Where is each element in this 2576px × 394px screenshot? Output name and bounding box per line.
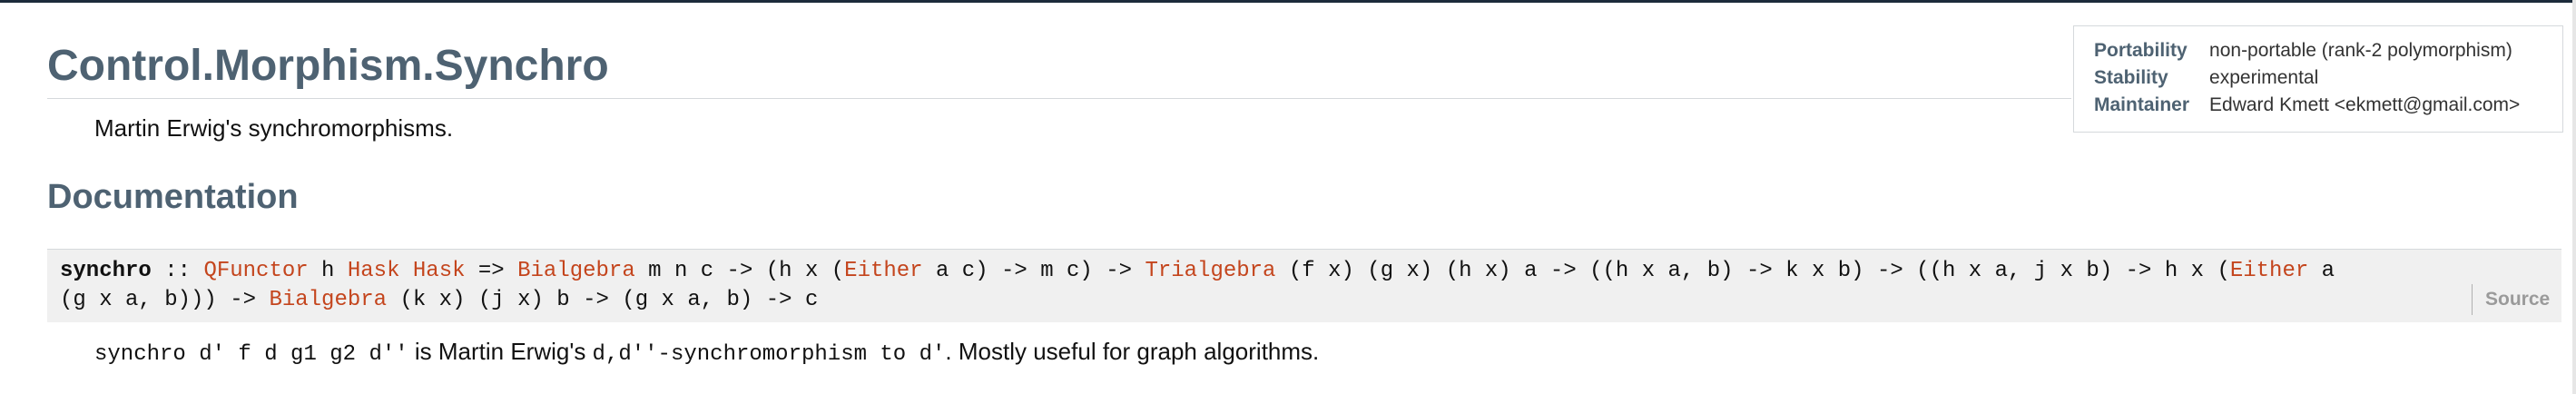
sig-text bbox=[399, 259, 412, 283]
info-value: experimental bbox=[2209, 67, 2319, 88]
doc-code: d,d''-synchromorphism to d' bbox=[592, 342, 946, 367]
doc-text: . Mostly useful for graph algorithms. bbox=[945, 338, 1320, 365]
sig-text: => bbox=[465, 259, 518, 283]
info-key: Maintainer bbox=[2094, 94, 2190, 115]
info-row-maintainer: Maintainer Edward Kmett <ekmett@gmail.co… bbox=[2094, 92, 2520, 119]
signature-line-2: (g x a, b))) -> Bialgebra (k x) (j x) b … bbox=[60, 286, 818, 315]
sig-text: (g x a, b))) -> bbox=[60, 288, 270, 312]
sig-text: a bbox=[2308, 259, 2335, 283]
sig-text: (k x) (j x) b -> (g x a, b) -> c bbox=[387, 288, 819, 312]
top-bar bbox=[0, 0, 2576, 3]
sig-text: m n c -> (h x ( bbox=[634, 259, 845, 283]
type-link-either[interactable]: Either bbox=[2230, 259, 2308, 283]
type-link-qfunctor[interactable]: QFunctor bbox=[203, 259, 308, 283]
info-row-portability: Portability non-portable (rank-2 polymor… bbox=[2094, 37, 2520, 64]
function-doc: synchro d' f d g1 g2 d'' is Martin Erwig… bbox=[94, 338, 1319, 367]
module-description: Martin Erwig's synchromorphisms. bbox=[94, 114, 454, 142]
doc-text: is Martin Erwig's bbox=[408, 338, 593, 365]
type-link-hask[interactable]: Hask bbox=[413, 259, 466, 283]
type-link-hask[interactable]: Hask bbox=[348, 259, 400, 283]
sig-text: h bbox=[308, 259, 348, 283]
info-key: Stability bbox=[2094, 67, 2168, 88]
info-value: non-portable (rank-2 polymorphism) bbox=[2209, 40, 2512, 61]
type-link-bialgebra[interactable]: Bialgebra bbox=[517, 259, 635, 283]
info-row-stability: Stability experimental bbox=[2094, 64, 2520, 92]
info-value: Edward Kmett <ekmett@gmail.com> bbox=[2209, 94, 2521, 115]
sig-text: a c) -> m c) -> bbox=[922, 259, 1145, 283]
window-edge bbox=[2572, 0, 2576, 394]
module-header: Control.Morphism.Synchro bbox=[47, 34, 2071, 99]
documentation-heading: Documentation bbox=[47, 178, 299, 216]
signature-box: synchro :: QFunctor h Hask Hask => Bialg… bbox=[47, 249, 2561, 322]
sig-text: :: bbox=[151, 259, 204, 283]
type-link-either[interactable]: Either bbox=[844, 259, 922, 283]
module-title: Control.Morphism.Synchro bbox=[47, 42, 609, 90]
doc-code: synchro d' f d g1 g2 d'' bbox=[94, 342, 408, 367]
function-name[interactable]: synchro bbox=[60, 259, 152, 283]
sig-text: (f x) (g x) (h x) a -> ((h x a, b) -> k … bbox=[1275, 259, 2230, 283]
source-link[interactable]: Source bbox=[2472, 284, 2561, 315]
type-link-trialgebra[interactable]: Trialgebra bbox=[1145, 259, 1275, 283]
module-info-table: Portability non-portable (rank-2 polymor… bbox=[2094, 37, 2520, 119]
info-key: Portability bbox=[2094, 40, 2188, 61]
type-link-bialgebra[interactable]: Bialgebra bbox=[269, 288, 387, 312]
signature-line-1: synchro :: QFunctor h Hask Hask => Bialg… bbox=[60, 257, 2335, 286]
module-info-box: Portability non-portable (rank-2 polymor… bbox=[2073, 25, 2563, 133]
